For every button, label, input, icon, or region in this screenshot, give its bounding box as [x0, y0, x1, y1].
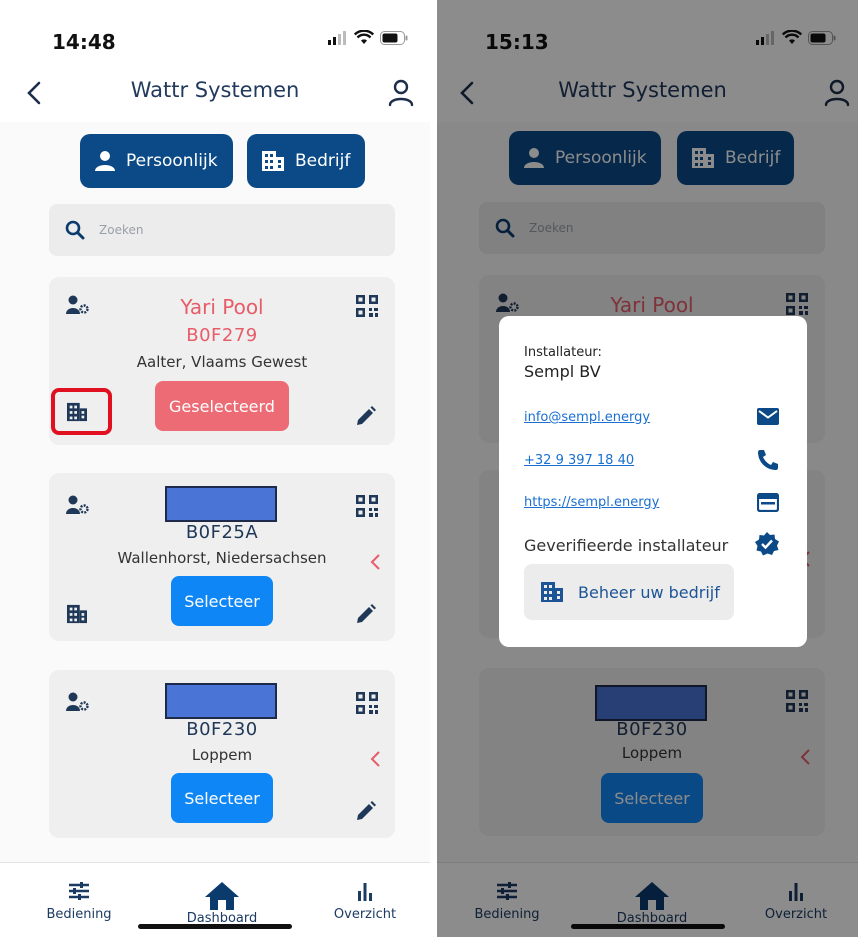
verified-installer-label: Geverifieerde installateur — [524, 536, 729, 555]
card-location: Wallenhorst, Niedersachsen — [117, 549, 327, 567]
email-link[interactable]: info@sempl.energy — [524, 410, 650, 425]
nav-label: Overzicht — [333, 907, 397, 922]
chevron-left-icon[interactable] — [369, 553, 381, 571]
phone-link[interactable]: +32 9 397 18 40 — [524, 453, 634, 468]
wifi-icon — [354, 30, 374, 44]
verified-badge-icon — [755, 532, 779, 556]
selected-button[interactable]: Geselecteerd — [155, 381, 289, 431]
search-icon — [65, 220, 85, 240]
business-tab-button[interactable]: Bedrijf — [247, 134, 365, 188]
edit-icon[interactable] — [355, 405, 377, 427]
card-owner-name: Yari Pool — [180, 295, 264, 319]
business-tab-label: Bedrijf — [295, 151, 351, 171]
profile-icon[interactable] — [386, 78, 416, 108]
card-location: Loppem — [191, 746, 253, 764]
building-icon[interactable] — [66, 604, 88, 624]
personal-tab-button[interactable]: Persoonlijk — [80, 134, 233, 188]
nav-item-overzicht[interactable]: Overzicht — [315, 881, 415, 922]
edit-icon[interactable] — [355, 800, 377, 822]
personal-tab-label: Persoonlijk — [126, 151, 218, 171]
search-input[interactable] — [99, 223, 299, 237]
select-button[interactable]: Selecteer — [171, 576, 273, 626]
user-settings-icon[interactable] — [66, 495, 90, 515]
building-icon — [262, 151, 284, 171]
manage-business-label: Beheer uw bedrijf — [578, 582, 720, 602]
nav-item-dashboard[interactable]: Dashboard — [172, 881, 272, 926]
card-location: Aalter, Vlaams Gewest — [136, 353, 308, 371]
website-link[interactable]: https://sempl.energy — [524, 495, 659, 510]
home-indicator — [138, 924, 292, 929]
redacted-name — [165, 486, 277, 522]
installer-label: Installateur: — [524, 345, 602, 360]
search-bar — [49, 204, 395, 256]
status-bar: 14:48 — [0, 0, 430, 80]
system-card[interactable]: Yari Pool B0F279 Aalter, Vlaams Gewest G… — [49, 277, 395, 445]
sliders-icon — [69, 882, 89, 900]
card-system-code: B0F25A — [185, 522, 259, 543]
bar-chart-icon — [358, 883, 372, 901]
mail-icon[interactable] — [757, 408, 779, 425]
nav-item-bediening[interactable]: Bediening — [29, 881, 129, 922]
edit-icon[interactable] — [355, 603, 377, 625]
chevron-left-icon[interactable] — [369, 750, 381, 768]
person-icon — [95, 151, 115, 171]
page-title: Wattr Systemen — [130, 78, 300, 102]
phone-icon[interactable] — [757, 449, 779, 471]
system-card[interactable]: B0F25A Wallenhorst, Niedersachsen Select… — [49, 473, 395, 641]
system-card[interactable]: B0F230 Loppem Selecteer — [49, 670, 395, 838]
phone-screen-left: 14:48 Wattr Systemen Persoonlijk Bedrijf… — [0, 0, 430, 937]
qr-code-icon[interactable] — [356, 495, 378, 517]
card-system-code: B0F279 — [186, 325, 258, 346]
home-icon — [205, 882, 239, 910]
manage-business-button[interactable]: Beheer uw bedrijf — [524, 564, 734, 620]
select-button[interactable]: Selecteer — [171, 773, 273, 823]
card-system-code: B0F230 — [186, 719, 258, 740]
battery-icon — [380, 30, 408, 45]
signal-icon — [328, 30, 346, 45]
installer-company: Sempl BV — [524, 362, 601, 381]
app-header: Wattr Systemen — [0, 70, 430, 114]
qr-code-icon[interactable] — [356, 692, 378, 714]
building-icon — [541, 582, 563, 602]
bottom-navigation: Bediening Dashboard Overzicht — [0, 862, 430, 937]
phone-screen-right: 15:13 Wattr Systemen Persoonlijk Bedrijf… — [437, 0, 858, 937]
installer-dialog: Installateur: Sempl BV info@sempl.energy… — [499, 316, 807, 647]
system-icons — [328, 30, 408, 45]
nav-label: Bediening — [46, 907, 112, 922]
building-icon[interactable] — [66, 402, 88, 422]
redacted-name — [165, 683, 277, 719]
web-icon[interactable] — [757, 493, 779, 512]
user-settings-icon[interactable] — [66, 692, 90, 712]
status-time: 14:48 — [52, 30, 116, 54]
